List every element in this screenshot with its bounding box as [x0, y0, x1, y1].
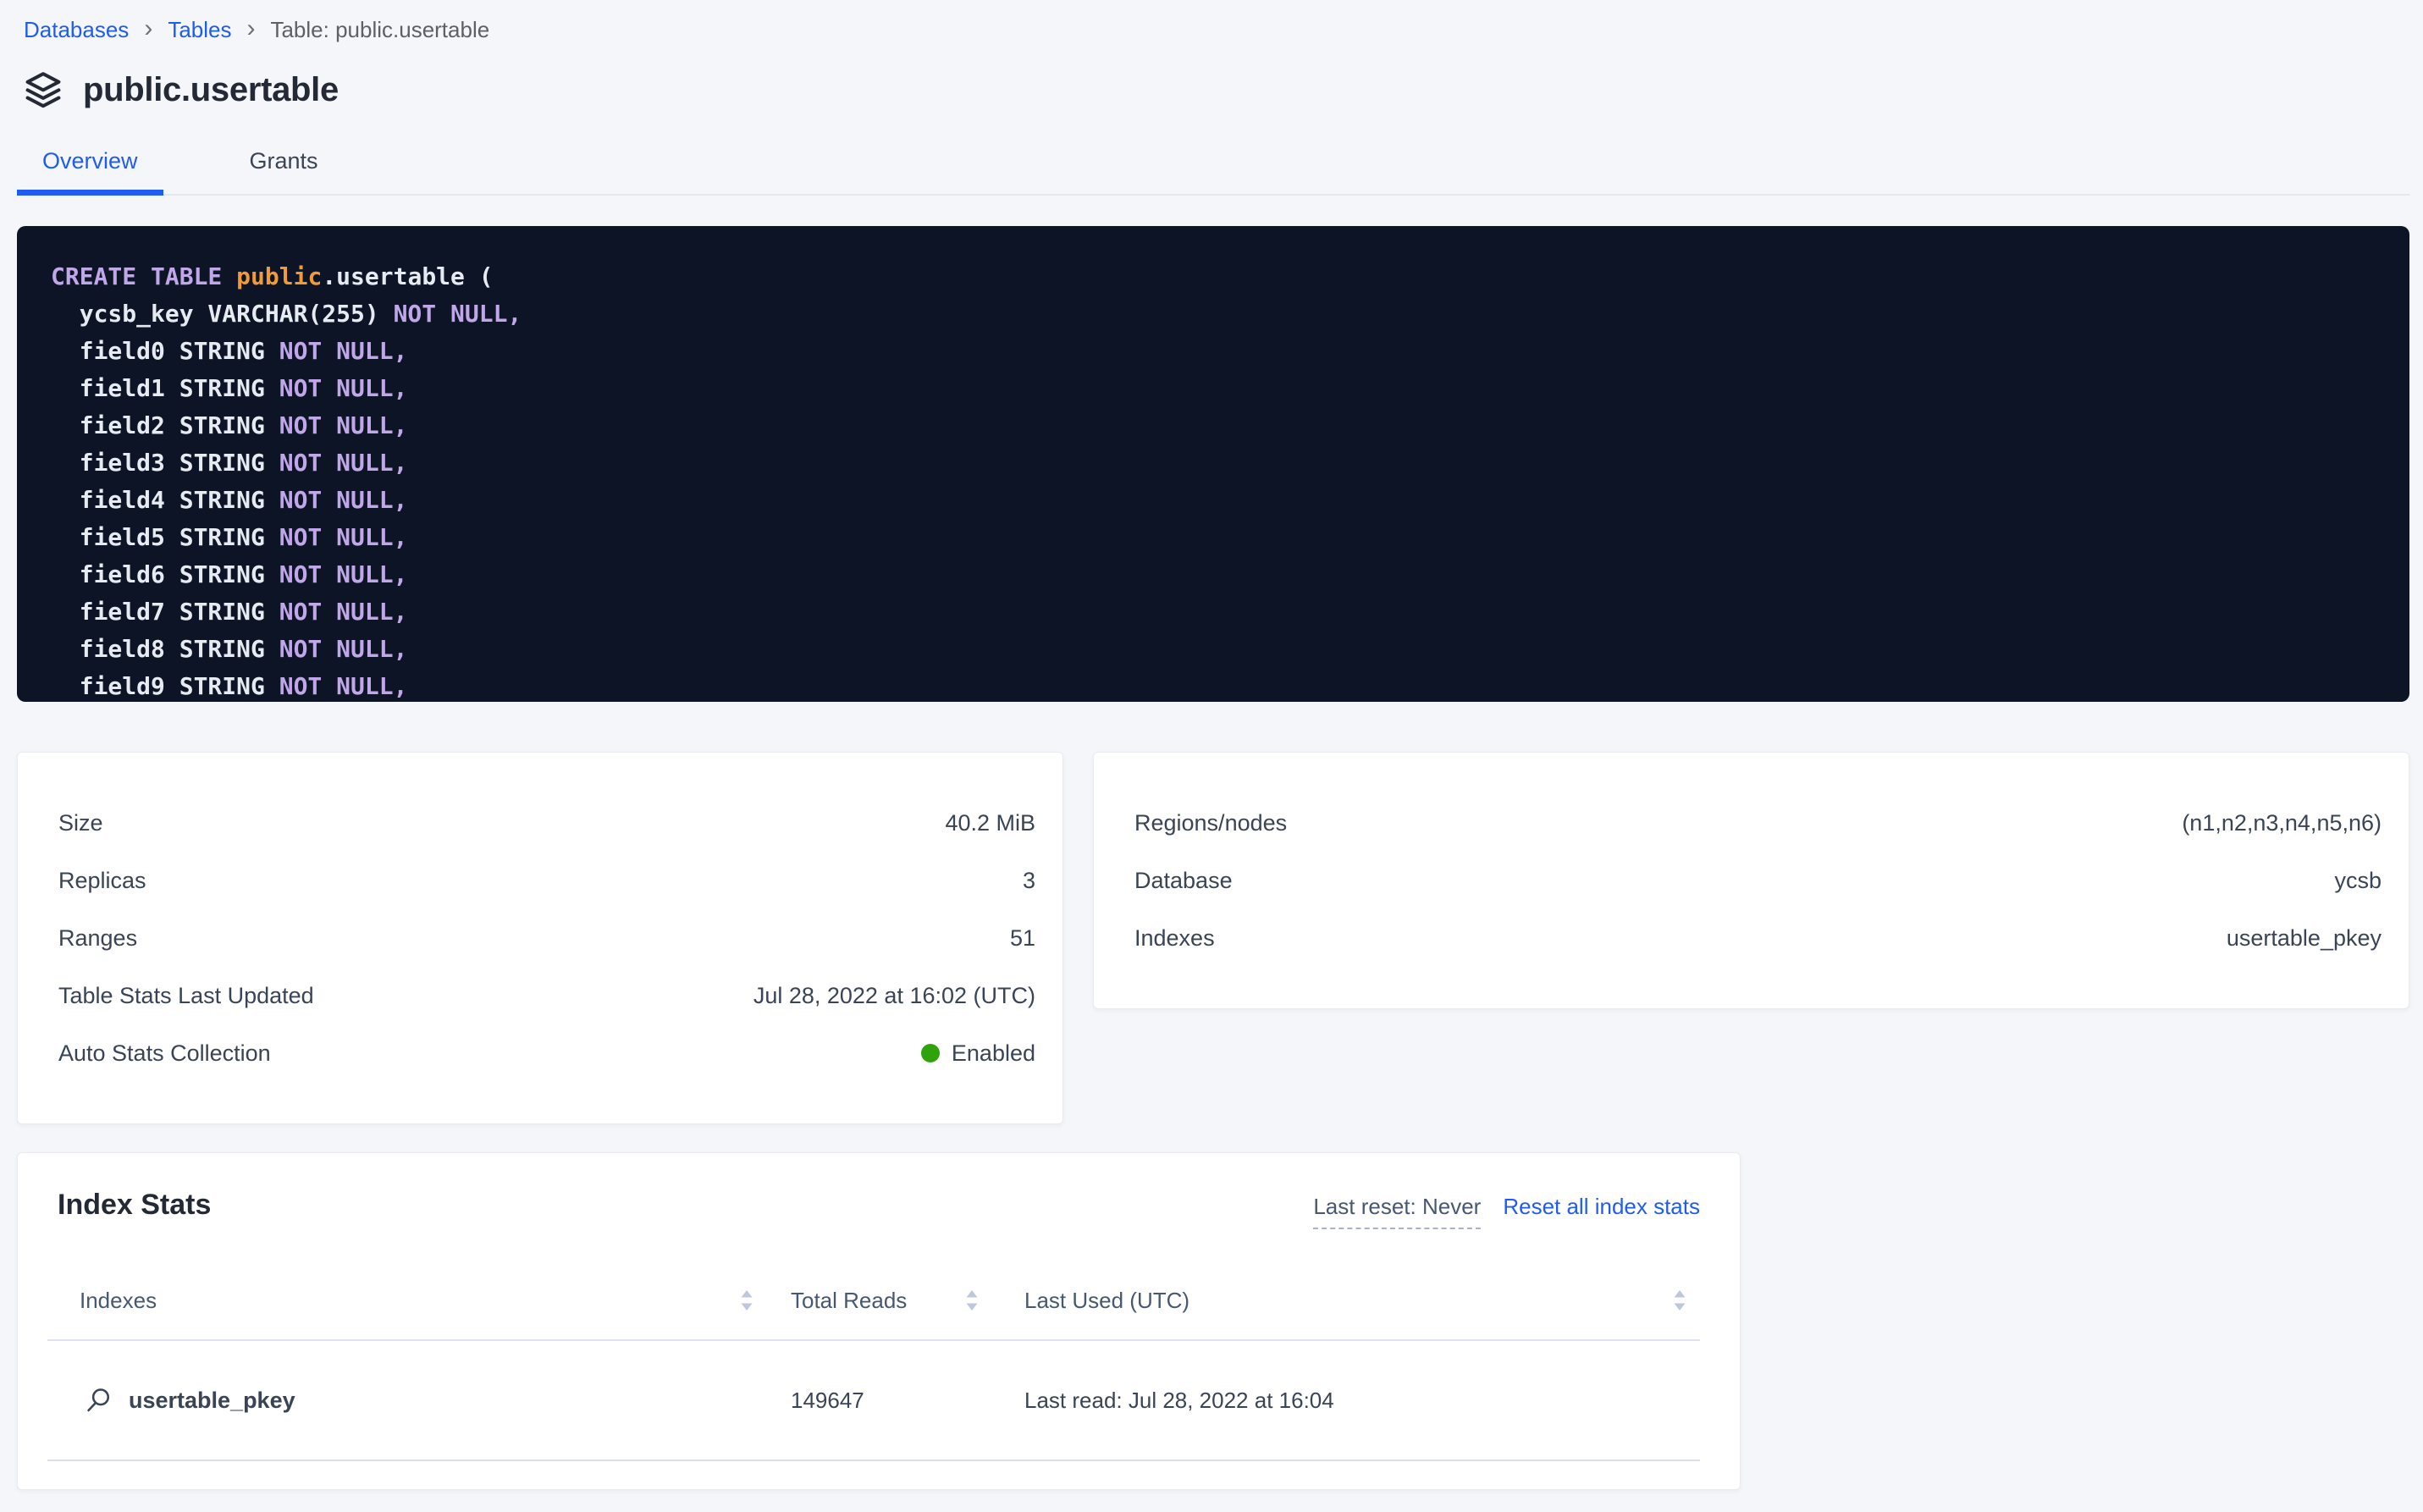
sql-line: CREATE TABLE public.usertable (: [51, 258, 2376, 295]
create-table-statement: CREATE TABLE public.usertable ( ycsb_key…: [17, 226, 2409, 702]
breadcrumb: Databases › Tables › Table: public.usertable: [24, 17, 2409, 43]
sql-line: field2 STRING NOT NULL,: [51, 407, 2376, 444]
stat-value: 40.2 MiB: [945, 810, 1035, 836]
stat-label: Database: [1134, 868, 1233, 894]
sql-line: field5 STRING NOT NULL,: [51, 519, 2376, 556]
stat-value: ycsb: [2334, 868, 2382, 894]
index-stats-row: usertable_pkey149647Last read: Jul 28, 2…: [47, 1341, 1700, 1461]
breadcrumb-item-table: Table: public.usertable: [270, 17, 489, 43]
sql-line: field8 STRING NOT NULL,: [51, 631, 2376, 668]
sort-arrows-icon: [963, 1288, 980, 1313]
stat-value: 3: [1023, 868, 1035, 894]
sql-line: field4 STRING NOT NULL,: [51, 482, 2376, 519]
column-header-last-used-utc-[interactable]: Last Used (UTC): [1024, 1288, 1700, 1314]
breadcrumb-separator-icon: ›: [246, 18, 255, 40]
page-title: public.usertable: [83, 71, 339, 109]
sql-line: ycsb_key VARCHAR(255) NOT NULL,: [51, 295, 2376, 333]
tab-grants[interactable]: Grants: [224, 148, 344, 196]
stat-label: Size: [58, 810, 103, 836]
stat-value: (n1,n2,n3,n4,n5,n6): [2182, 810, 2382, 836]
stat-value: Jul 28, 2022 at 16:02 (UTC): [753, 983, 1035, 1009]
stat-value: 51: [1010, 925, 1035, 952]
search-icon: [85, 1387, 112, 1414]
stat-row-regions-nodes: Regions/nodes (n1,n2,n3,n4,n5,n6): [1121, 794, 2382, 852]
sql-line: field6 STRING NOT NULL,: [51, 556, 2376, 593]
breadcrumb-separator-icon: ›: [144, 18, 152, 40]
index-stats-table-body: usertable_pkey149647Last read: Jul 28, 2…: [47, 1341, 1700, 1461]
breadcrumb-item-databases[interactable]: Databases: [24, 17, 129, 43]
stat-label: Table Stats Last Updated: [58, 983, 314, 1009]
sql-line: field9 STRING NOT NULL,: [51, 668, 2376, 702]
stat-row-indexes: Indexes usertable_pkey: [1121, 909, 2382, 967]
tab-overview[interactable]: Overview: [17, 148, 163, 196]
stat-row-auto-stats-collection: Auto Stats Collection Enabled: [45, 1024, 1035, 1082]
stat-value: Enabled: [921, 1040, 1035, 1067]
index-stats-card: Index Stats Last reset: Never Reset all …: [17, 1152, 1741, 1490]
stat-value: usertable_pkey: [2227, 925, 2382, 952]
tab-bar: Overview Grants: [17, 148, 2409, 196]
summary-cards-row: Size 40.2 MiB Replicas 3 Ranges 51 Table Stats…: [17, 752, 2409, 1124]
stat-row-ranges: Ranges 51: [45, 909, 1035, 967]
last-used-value: Last read: Jul 28, 2022 at 16:04: [1024, 1388, 1700, 1414]
index-stats-title: Index Stats: [58, 1189, 211, 1222]
table-detail-page: Databases › Tables › Table: public.usertable…: [0, 0, 2423, 1490]
column-header-indexes[interactable]: Indexes: [80, 1288, 791, 1314]
table-stack-icon: [24, 70, 63, 109]
sql-line: field1 STRING NOT NULL,: [51, 370, 2376, 407]
sql-line: field7 STRING NOT NULL,: [51, 593, 2376, 631]
page-title-row: public.usertable: [24, 70, 2409, 109]
stat-label: Replicas: [58, 868, 146, 894]
index-name-link[interactable]: usertable_pkey: [80, 1387, 791, 1414]
breadcrumb-item-tables[interactable]: Tables: [168, 17, 231, 43]
stat-label: Ranges: [58, 925, 137, 952]
index-stats-toolbar: Last reset: Never Reset all index stats: [1313, 1194, 1700, 1229]
stat-label: Auto Stats Collection: [58, 1040, 271, 1067]
reset-all-index-stats-link[interactable]: Reset all index stats: [1503, 1194, 1700, 1220]
table-details-card: Regions/nodes (n1,n2,n3,n4,n5,n6) Database…: [1093, 752, 2409, 1009]
index-stats-table: IndexesTotal ReadsLast Used (UTC) userta…: [47, 1261, 1700, 1461]
stat-label: Regions/nodes: [1134, 810, 1287, 836]
sort-arrows-icon: [738, 1288, 755, 1313]
stat-row-size: Size 40.2 MiB: [45, 794, 1035, 852]
status-dot-enabled: [921, 1044, 940, 1062]
stat-row-table-stats-last-updated: Table Stats Last Updated Jul 28, 2022 at …: [45, 967, 1035, 1024]
sort-arrows-icon: [1671, 1288, 1688, 1313]
last-reset-label: Last reset: Never: [1313, 1194, 1481, 1229]
index-stats-header: Index Stats Last reset: Never Reset all …: [58, 1189, 1700, 1229]
column-header-total-reads[interactable]: Total Reads: [791, 1288, 1024, 1314]
stat-label: Indexes: [1134, 925, 1215, 952]
stat-row-replicas: Replicas 3: [45, 852, 1035, 909]
table-overview-card: Size 40.2 MiB Replicas 3 Ranges 51 Table Stats…: [17, 752, 1063, 1124]
stat-row-database: Database ycsb: [1121, 852, 2382, 909]
index-stats-table-header: IndexesTotal ReadsLast Used (UTC): [47, 1261, 1700, 1341]
sql-line: field0 STRING NOT NULL,: [51, 333, 2376, 370]
sql-line: field3 STRING NOT NULL,: [51, 444, 2376, 482]
total-reads-value: 149647: [791, 1388, 1024, 1414]
